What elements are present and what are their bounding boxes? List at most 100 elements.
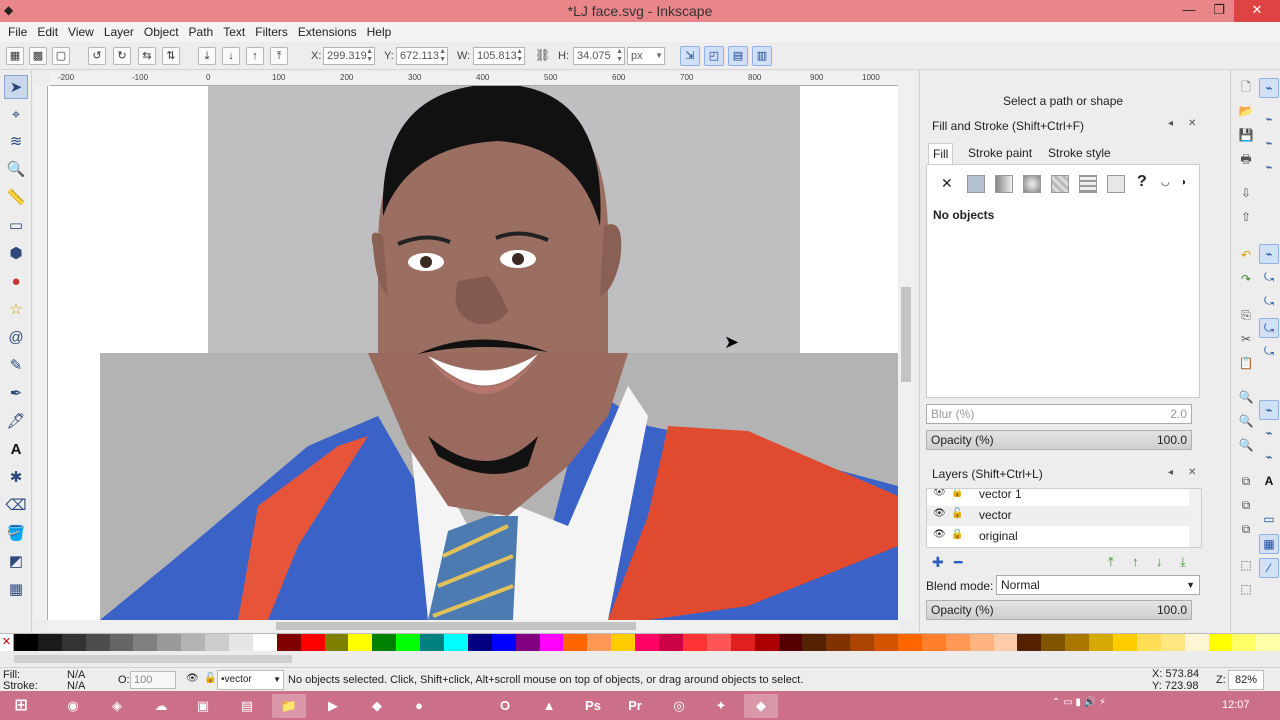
palette-swatch[interactable] — [372, 634, 397, 651]
palette-swatch[interactable] — [85, 634, 110, 651]
palette-swatch[interactable] — [587, 634, 612, 651]
taskbar-app-icon[interactable]: ◉ — [56, 694, 90, 718]
h-input[interactable]: 34.075 ▲ ▼ — [573, 47, 625, 65]
opacity-slider[interactable]: Opacity (%) 100.0 — [926, 430, 1192, 450]
ellipse-tool-icon[interactable]: ● — [4, 270, 28, 294]
palette-swatch[interactable] — [109, 634, 134, 651]
eye-icon[interactable]: 👁 — [933, 529, 946, 540]
snap-paths-icon[interactable]: ⤿ — [1259, 268, 1279, 288]
palette-swatch[interactable] — [133, 634, 158, 651]
eraser-tool-icon[interactable]: ⌫ — [4, 494, 28, 518]
selector-tool-icon[interactable]: ➤ — [4, 75, 28, 99]
palette-swatch[interactable] — [37, 634, 62, 651]
snap-centers-icon[interactable]: ⌁ — [1259, 424, 1279, 444]
snap-midpoints-icon[interactable]: ⌁ — [1259, 400, 1279, 420]
x-input[interactable]: 299.319 ▲ ▼ — [323, 47, 375, 65]
spiral-tool-icon[interactable]: @ — [4, 326, 28, 350]
taskbar-app-icon[interactable]: O — [488, 694, 522, 718]
palette-swatch[interactable] — [539, 634, 564, 651]
measure-tool-icon[interactable]: 📏 — [4, 186, 28, 210]
palette-swatch[interactable] — [324, 634, 349, 651]
paste-icon[interactable]: 📋 — [1237, 354, 1255, 372]
tab-stroke-style[interactable]: Stroke style — [1044, 143, 1115, 165]
palette-swatch[interactable] — [1112, 634, 1137, 651]
copy-icon[interactable]: ⎘ — [1237, 306, 1255, 324]
raise-layer-icon[interactable]: ↑ — [1132, 554, 1139, 569]
print-icon[interactable]: 🖶 — [1237, 150, 1255, 168]
palette-swatch[interactable] — [491, 634, 516, 651]
fill-rule-evenodd-icon[interactable]: ◡ — [1161, 177, 1170, 188]
layer-opacity-slider[interactable]: Opacity (%) 100.0 — [926, 600, 1192, 620]
save-icon[interactable]: 💾 — [1237, 126, 1255, 144]
rotate-cw-icon[interactable]: ↻ — [113, 47, 131, 65]
remove-layer-icon[interactable]: ━ — [954, 554, 962, 571]
undo-icon[interactable]: ↶ — [1237, 246, 1255, 264]
unlock-icon[interactable]: 🔓 — [951, 508, 963, 519]
blend-mode-select[interactable]: Normal ▼ — [996, 575, 1200, 595]
palette-swatch[interactable] — [1208, 634, 1233, 651]
taskbar-app-icon[interactable]: ☁ — [144, 694, 178, 718]
dock-close-icon[interactable]: ✕ — [1188, 118, 1196, 129]
dock-iconify-icon[interactable]: ◂ — [1168, 118, 1173, 129]
raise-to-top-icon[interactable]: ⤒ — [1108, 554, 1114, 570]
unlock-icon[interactable]: 🔓 — [951, 489, 963, 498]
snap-bbox-corners-icon[interactable]: ⌁ — [1259, 158, 1279, 178]
pen-tool-icon[interactable]: ✒ — [4, 382, 28, 406]
calligraphy-tool-icon[interactable]: 🖋 — [4, 410, 28, 434]
taskbar-app-icon[interactable]: ▤ — [230, 694, 264, 718]
snap-grids-icon[interactable]: ▦ — [1259, 534, 1279, 554]
move-gradients-toggle[interactable]: ▤ — [728, 46, 748, 66]
flat-color-icon[interactable] — [967, 175, 985, 193]
eye-icon[interactable]: 👁 — [933, 508, 946, 519]
taskbar-app-icon[interactable]: ▣ — [186, 694, 220, 718]
snap-cusp-nodes-icon[interactable]: ⤿ — [1259, 318, 1279, 338]
palette-swatch[interactable] — [969, 634, 994, 651]
star-tool-icon[interactable]: ☆ — [4, 298, 28, 322]
taskbar-app-icon[interactable]: ✦ — [704, 694, 738, 718]
palette-swatch[interactable] — [1160, 634, 1185, 651]
color-palette[interactable]: ✕ — [0, 633, 1280, 651]
snap-bbox-edges-icon[interactable]: ⌁ — [1259, 134, 1279, 154]
raise-icon[interactable]: ↑ — [246, 47, 264, 65]
palette-swatch[interactable] — [252, 634, 277, 651]
cut-icon[interactable]: ✂ — [1237, 330, 1255, 348]
zoom-page-icon[interactable]: 🔍 — [1237, 436, 1255, 454]
lower-icon[interactable]: ↓ — [222, 47, 240, 65]
palette-swatch[interactable] — [874, 634, 898, 651]
palette-swatch[interactable] — [945, 634, 970, 651]
no-paint-icon[interactable]: ✕ — [941, 175, 953, 192]
snap-nodes-icon[interactable]: ⌁ — [1259, 244, 1279, 264]
palette-swatch[interactable] — [1041, 634, 1066, 651]
paint-bucket-tool-icon[interactable]: 🪣 — [4, 522, 28, 546]
snap-text-baseline-icon[interactable]: A — [1259, 472, 1279, 492]
menu-filters[interactable]: Filters — [250, 25, 293, 39]
palette-swatch[interactable] — [1232, 634, 1257, 651]
premiere-icon[interactable]: Pr — [618, 694, 652, 718]
current-layer-select[interactable]: •vector ▼ — [217, 670, 284, 690]
system-tray-icons[interactable]: ⌃ ▭ ▮ 🔊 ⚡ — [1052, 697, 1106, 708]
fill-rule-nonzero-icon[interactable]: ◗ — [1181, 177, 1187, 188]
zoom-selection-icon[interactable]: 🔍 — [1237, 388, 1255, 406]
menu-view[interactable]: View — [63, 25, 99, 39]
lower-layer-icon[interactable]: ↓ — [1156, 554, 1163, 569]
palette-swatch[interactable] — [802, 634, 827, 651]
palette-swatch[interactable] — [897, 634, 922, 651]
export-icon[interactable]: ⇧ — [1237, 208, 1255, 226]
select-all-layers-icon[interactable]: ▩ — [29, 47, 47, 65]
taskbar-app-icon[interactable]: ▲ — [532, 694, 566, 718]
opacity-input[interactable]: 100 — [130, 671, 176, 689]
palette-swatch[interactable] — [229, 634, 253, 651]
palette-swatch[interactable] — [706, 634, 731, 651]
ungroup-icon[interactable]: ⬚ — [1237, 580, 1255, 598]
scroll-thumb[interactable] — [276, 622, 636, 630]
inkscape-task-icon[interactable]: ◆ — [744, 694, 778, 718]
clone-icon[interactable]: ⧉ — [1237, 496, 1255, 514]
lower-to-bottom-icon[interactable]: ⤓ — [1180, 554, 1186, 570]
maximize-button[interactable]: ❐ — [1204, 0, 1234, 22]
taskbar-app-icon[interactable]: ◈ — [100, 694, 134, 718]
lower-to-bottom-icon[interactable]: ⤓ — [198, 47, 216, 65]
snap-intersections-icon[interactable]: ⤿ — [1259, 292, 1279, 312]
menu-text[interactable]: Text — [218, 25, 250, 39]
flip-horizontal-icon[interactable]: ⇆ — [138, 47, 156, 65]
blur-slider[interactable]: Blur (%) 2.0 — [926, 404, 1192, 424]
